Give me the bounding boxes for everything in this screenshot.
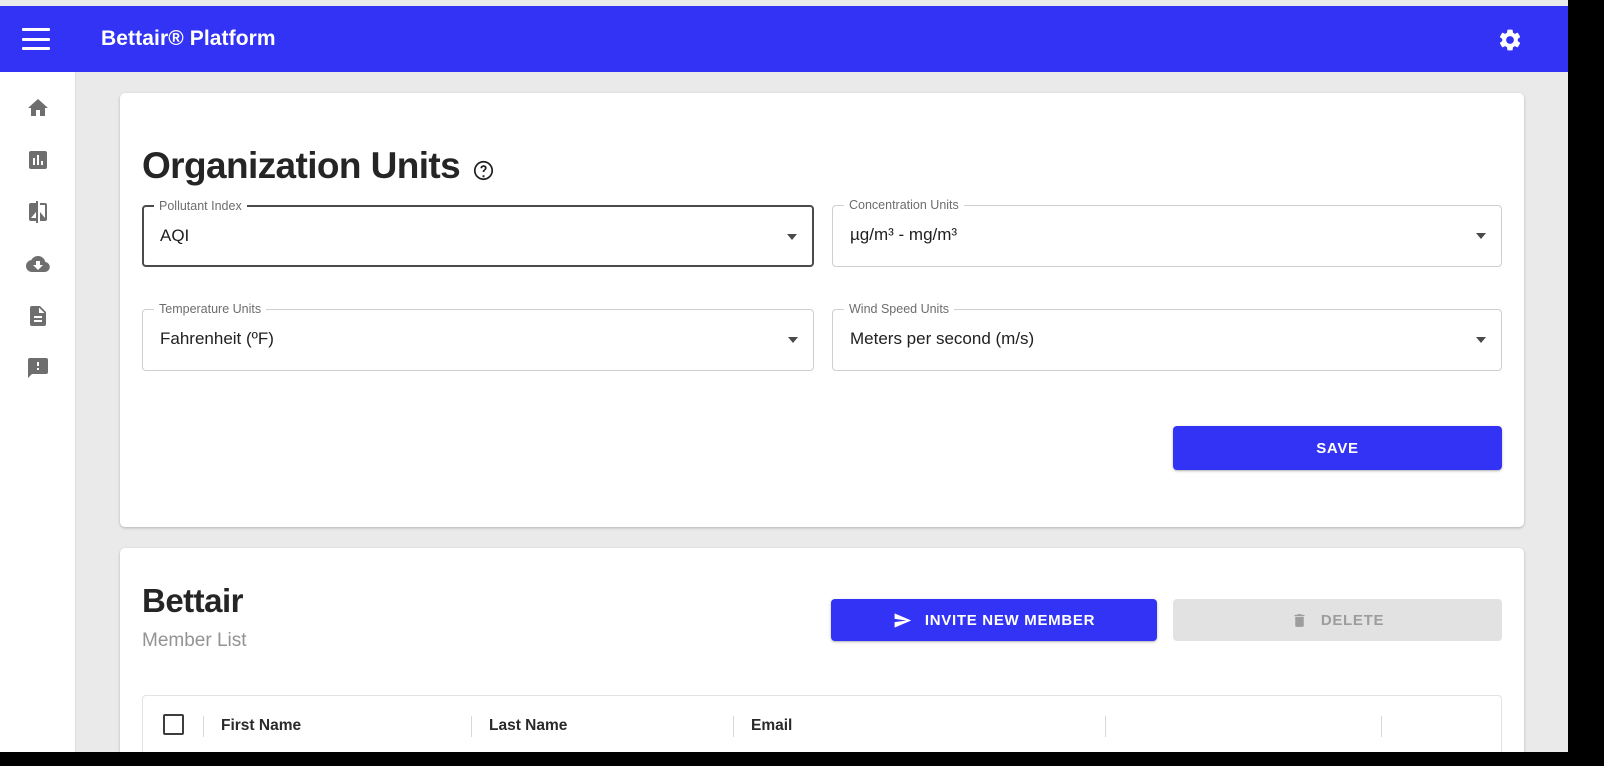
top-app-bar: Bettair® Platform [0, 6, 1568, 72]
save-button-label: SAVE [1316, 439, 1359, 457]
pollutant-index-label: Pollutant Index [154, 199, 247, 213]
sidebar-item-download[interactable] [12, 242, 64, 286]
hamburger-bar [22, 28, 50, 31]
pollutant-index-value: AQI [160, 226, 190, 245]
concentration-units-label: Concentration Units [844, 198, 964, 212]
chevron-down-icon[interactable] [787, 234, 797, 240]
app-title: Bettair® Platform [101, 27, 276, 50]
temperature-units-select[interactable]: Temperature Units Fahrenheit (ºF) [142, 302, 814, 371]
invite-button-label: INVITE NEW MEMBER [924, 611, 1096, 629]
sidebar-item-alerts[interactable] [12, 346, 64, 390]
page-title: Organization Units [142, 145, 461, 186]
sidebar-rail [0, 72, 76, 752]
column-divider [1105, 716, 1106, 737]
sidebar-item-home[interactable] [12, 86, 64, 130]
column-divider [203, 716, 204, 737]
delete-button-label: DELETE [1320, 611, 1385, 629]
pollutant-index-select[interactable]: Pollutant Index AQI [142, 199, 814, 267]
column-header-last-name[interactable]: Last Name [489, 717, 567, 735]
member-table: First Name Last Name Email [142, 695, 1502, 752]
help-circle-icon[interactable] [472, 159, 495, 182]
organization-units-card: Organization Units Pollutant Index AQI C… [120, 93, 1524, 527]
wind-speed-units-label: Wind Speed Units [844, 302, 955, 316]
hamburger-bar [22, 47, 50, 50]
select-all-checkbox[interactable] [163, 714, 184, 735]
organization-name: Bettair [142, 582, 244, 619]
column-divider [471, 716, 472, 737]
home-icon [28, 99, 48, 116]
column-header-first-name[interactable]: First Name [221, 717, 301, 735]
member-list-subtitle: Member List [142, 630, 247, 651]
chevron-down-icon[interactable] [1476, 337, 1486, 343]
table-header-row: First Name Last Name Email [143, 696, 1501, 752]
sidebar-item-compare[interactable] [12, 190, 64, 234]
sidebar-item-reports[interactable] [12, 294, 64, 338]
hamburger-bar [22, 37, 50, 41]
bar-chart-icon [29, 151, 47, 169]
column-header-email[interactable]: Email [751, 717, 792, 735]
column-divider [1381, 716, 1382, 737]
chevron-down-icon[interactable] [1476, 233, 1486, 239]
delete-button[interactable]: DELETE [1173, 599, 1502, 641]
main-content: Organization Units Pollutant Index AQI C… [76, 72, 1568, 752]
concentration-units-value: µg/m³ - mg/m³ [850, 225, 958, 244]
document-icon [30, 306, 46, 326]
save-button[interactable]: SAVE [1173, 426, 1502, 470]
organization-units-heading: Organization Units [142, 145, 495, 187]
cloud-download-icon [26, 256, 50, 272]
invite-new-member-button[interactable]: INVITE NEW MEMBER [831, 599, 1157, 641]
temperature-units-value: Fahrenheit (ºF) [160, 329, 274, 348]
wind-speed-units-select[interactable]: Wind Speed Units Meters per second (m/s) [832, 302, 1502, 371]
chevron-down-icon[interactable] [788, 337, 798, 343]
sidebar-item-analytics[interactable] [12, 138, 64, 182]
app-window: Bettair® Platform Organization Units Pol… [0, 0, 1568, 752]
column-divider [733, 716, 734, 737]
hamburger-menu-icon[interactable] [22, 28, 50, 50]
concentration-units-select[interactable]: Concentration Units µg/m³ - mg/m³ [832, 198, 1502, 267]
gear-icon[interactable] [1497, 27, 1523, 53]
trash-icon [1294, 613, 1305, 627]
compare-icon [29, 201, 47, 223]
temperature-units-label: Temperature Units [154, 302, 267, 316]
wind-speed-units-value: Meters per second (m/s) [850, 329, 1035, 348]
announcement-icon [28, 358, 48, 378]
send-icon [894, 612, 912, 628]
member-list-card: Bettair Member List INVITE NEW MEMBER DE… [120, 548, 1524, 752]
